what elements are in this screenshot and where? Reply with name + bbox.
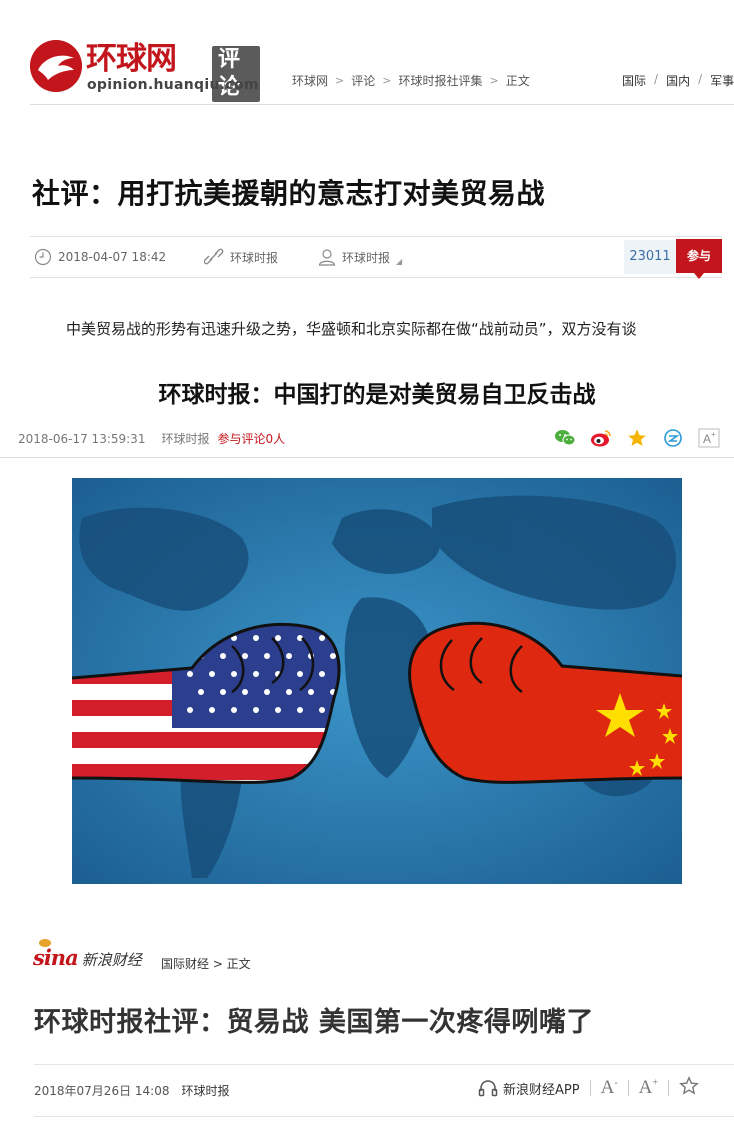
article-author: 环球时报 ◢: [318, 248, 402, 266]
sina-divider-top: [34, 1064, 734, 1065]
breadcrumb-item-current: 正文: [505, 74, 530, 88]
author-text: 环球时报: [342, 250, 391, 265]
nav-item-international[interactable]: 国际: [622, 72, 646, 89]
font-increase-button[interactable]: A+: [639, 1077, 658, 1099]
breadcrumb-item-collection[interactable]: 环球时报社评集: [398, 72, 482, 89]
svg-text:+: +: [711, 430, 716, 439]
article-meta-bar: 2018-04-07 18:42 环球时报 环球时报 ◢ 23011 参与: [30, 236, 722, 279]
sina-wordmark: sina: [33, 939, 79, 970]
us-china-fists-image: [72, 478, 682, 884]
corner-mark-icon: ◢: [396, 256, 403, 266]
section-divider: [0, 457, 734, 458]
headphones-icon: [478, 1080, 498, 1097]
hero-illustration: [72, 478, 682, 884]
breadcrumb-item-opinion[interactable]: 评论: [351, 72, 375, 89]
source-text: 环球时报: [230, 250, 279, 265]
sina-article-title: 环球时报社评：贸易战 美国第一次疼得咧嘴了: [34, 1007, 594, 1038]
chevron-right-icon: >: [335, 74, 345, 87]
chevron-right-icon: >: [382, 74, 392, 87]
second-article-source[interactable]: 环球时报: [161, 430, 209, 447]
header-divider: [30, 104, 734, 105]
comment-link[interactable]: 参与评论0人: [217, 430, 285, 447]
logo-badge: 评论: [212, 46, 260, 102]
sina-toolbar: 新浪财经APP A- A+: [478, 1076, 699, 1100]
qzone-icon[interactable]: [662, 428, 684, 448]
second-article-title: 环球时报：中国打的是对美贸易自卫反击战: [158, 382, 596, 408]
sina-source[interactable]: 环球时报: [181, 1082, 229, 1099]
top-nav: 国际 / 国内 / 军事: [622, 72, 734, 89]
sina-breadcrumb[interactable]: 国际财经 > 正文: [161, 955, 251, 972]
article-source[interactable]: 环球时报: [204, 248, 278, 266]
share-toolbar: A +: [554, 428, 734, 448]
sina-app-link[interactable]: 新浪财经APP: [478, 1079, 580, 1098]
sina-site-name: 新浪财经: [81, 951, 142, 969]
article-summary: 中美贸易战的形势有迅速升级之势，华盛顿和北京实际都在做“战前动员”，双方没有谈: [66, 320, 637, 338]
chevron-right-icon: >: [489, 74, 499, 87]
huanqiu-logo[interactable]: 环球网 评论 opinion.huanqiu.com: [30, 38, 260, 102]
font-size-icon[interactable]: A +: [698, 428, 720, 448]
bookmark-star-icon[interactable]: [679, 1076, 699, 1100]
article-datetime: 2018-04-07 18:42: [34, 248, 166, 266]
datetime-text: 2018-04-07 18:42: [58, 250, 167, 264]
weibo-icon[interactable]: [590, 428, 612, 448]
eagle-logo-icon: [30, 40, 82, 92]
user-icon: [318, 249, 336, 266]
clock-icon: [34, 248, 52, 266]
link-icon: [204, 248, 224, 265]
second-article-meta: 2018-06-17 13:59:31 环球时报 参与评论0人: [18, 430, 285, 447]
favorite-star-icon[interactable]: [626, 428, 648, 448]
toolbar-divider: [627, 1080, 629, 1096]
logo-url: opinion.huanqiu.com: [87, 77, 259, 93]
join-comment-button[interactable]: 参与: [676, 239, 722, 279]
logo-name: 环球网: [86, 41, 177, 77]
nav-divider: /: [654, 72, 659, 86]
breadcrumb-item-home[interactable]: 环球网: [292, 72, 328, 89]
nav-item-military[interactable]: 军事: [710, 72, 734, 89]
sina-finance-logo[interactable]: sina 新浪财经: [33, 939, 142, 970]
sina-article-meta: 2018年07月26日 14:08 环球时报: [34, 1082, 230, 1099]
wechat-icon[interactable]: [554, 428, 576, 448]
sina-app-label: 新浪财经APP: [503, 1082, 580, 1098]
second-article-datetime: 2018-06-17 13:59:31: [18, 431, 146, 446]
nav-item-domestic[interactable]: 国内: [666, 72, 690, 89]
nav-divider: /: [698, 72, 703, 86]
toolbar-divider: [589, 1080, 591, 1096]
breadcrumb: 环球网 > 评论 > 环球时报社评集 > 正文: [292, 72, 530, 89]
comment-count[interactable]: 23011: [624, 240, 676, 274]
sina-datetime: 2018年07月26日 14:08: [34, 1084, 170, 1098]
toolbar-divider: [668, 1080, 670, 1096]
site-header: 环球网 评论 opinion.huanqiu.com 环球网 > 评论 > 环球…: [0, 0, 734, 106]
font-decrease-button[interactable]: A-: [601, 1077, 618, 1099]
sina-eye-icon: [39, 939, 51, 947]
svg-text:A: A: [703, 432, 711, 446]
article-title: 社评：用打抗美援朝的意志打对美贸易战: [32, 177, 546, 210]
sina-divider-bottom: [34, 1116, 734, 1117]
